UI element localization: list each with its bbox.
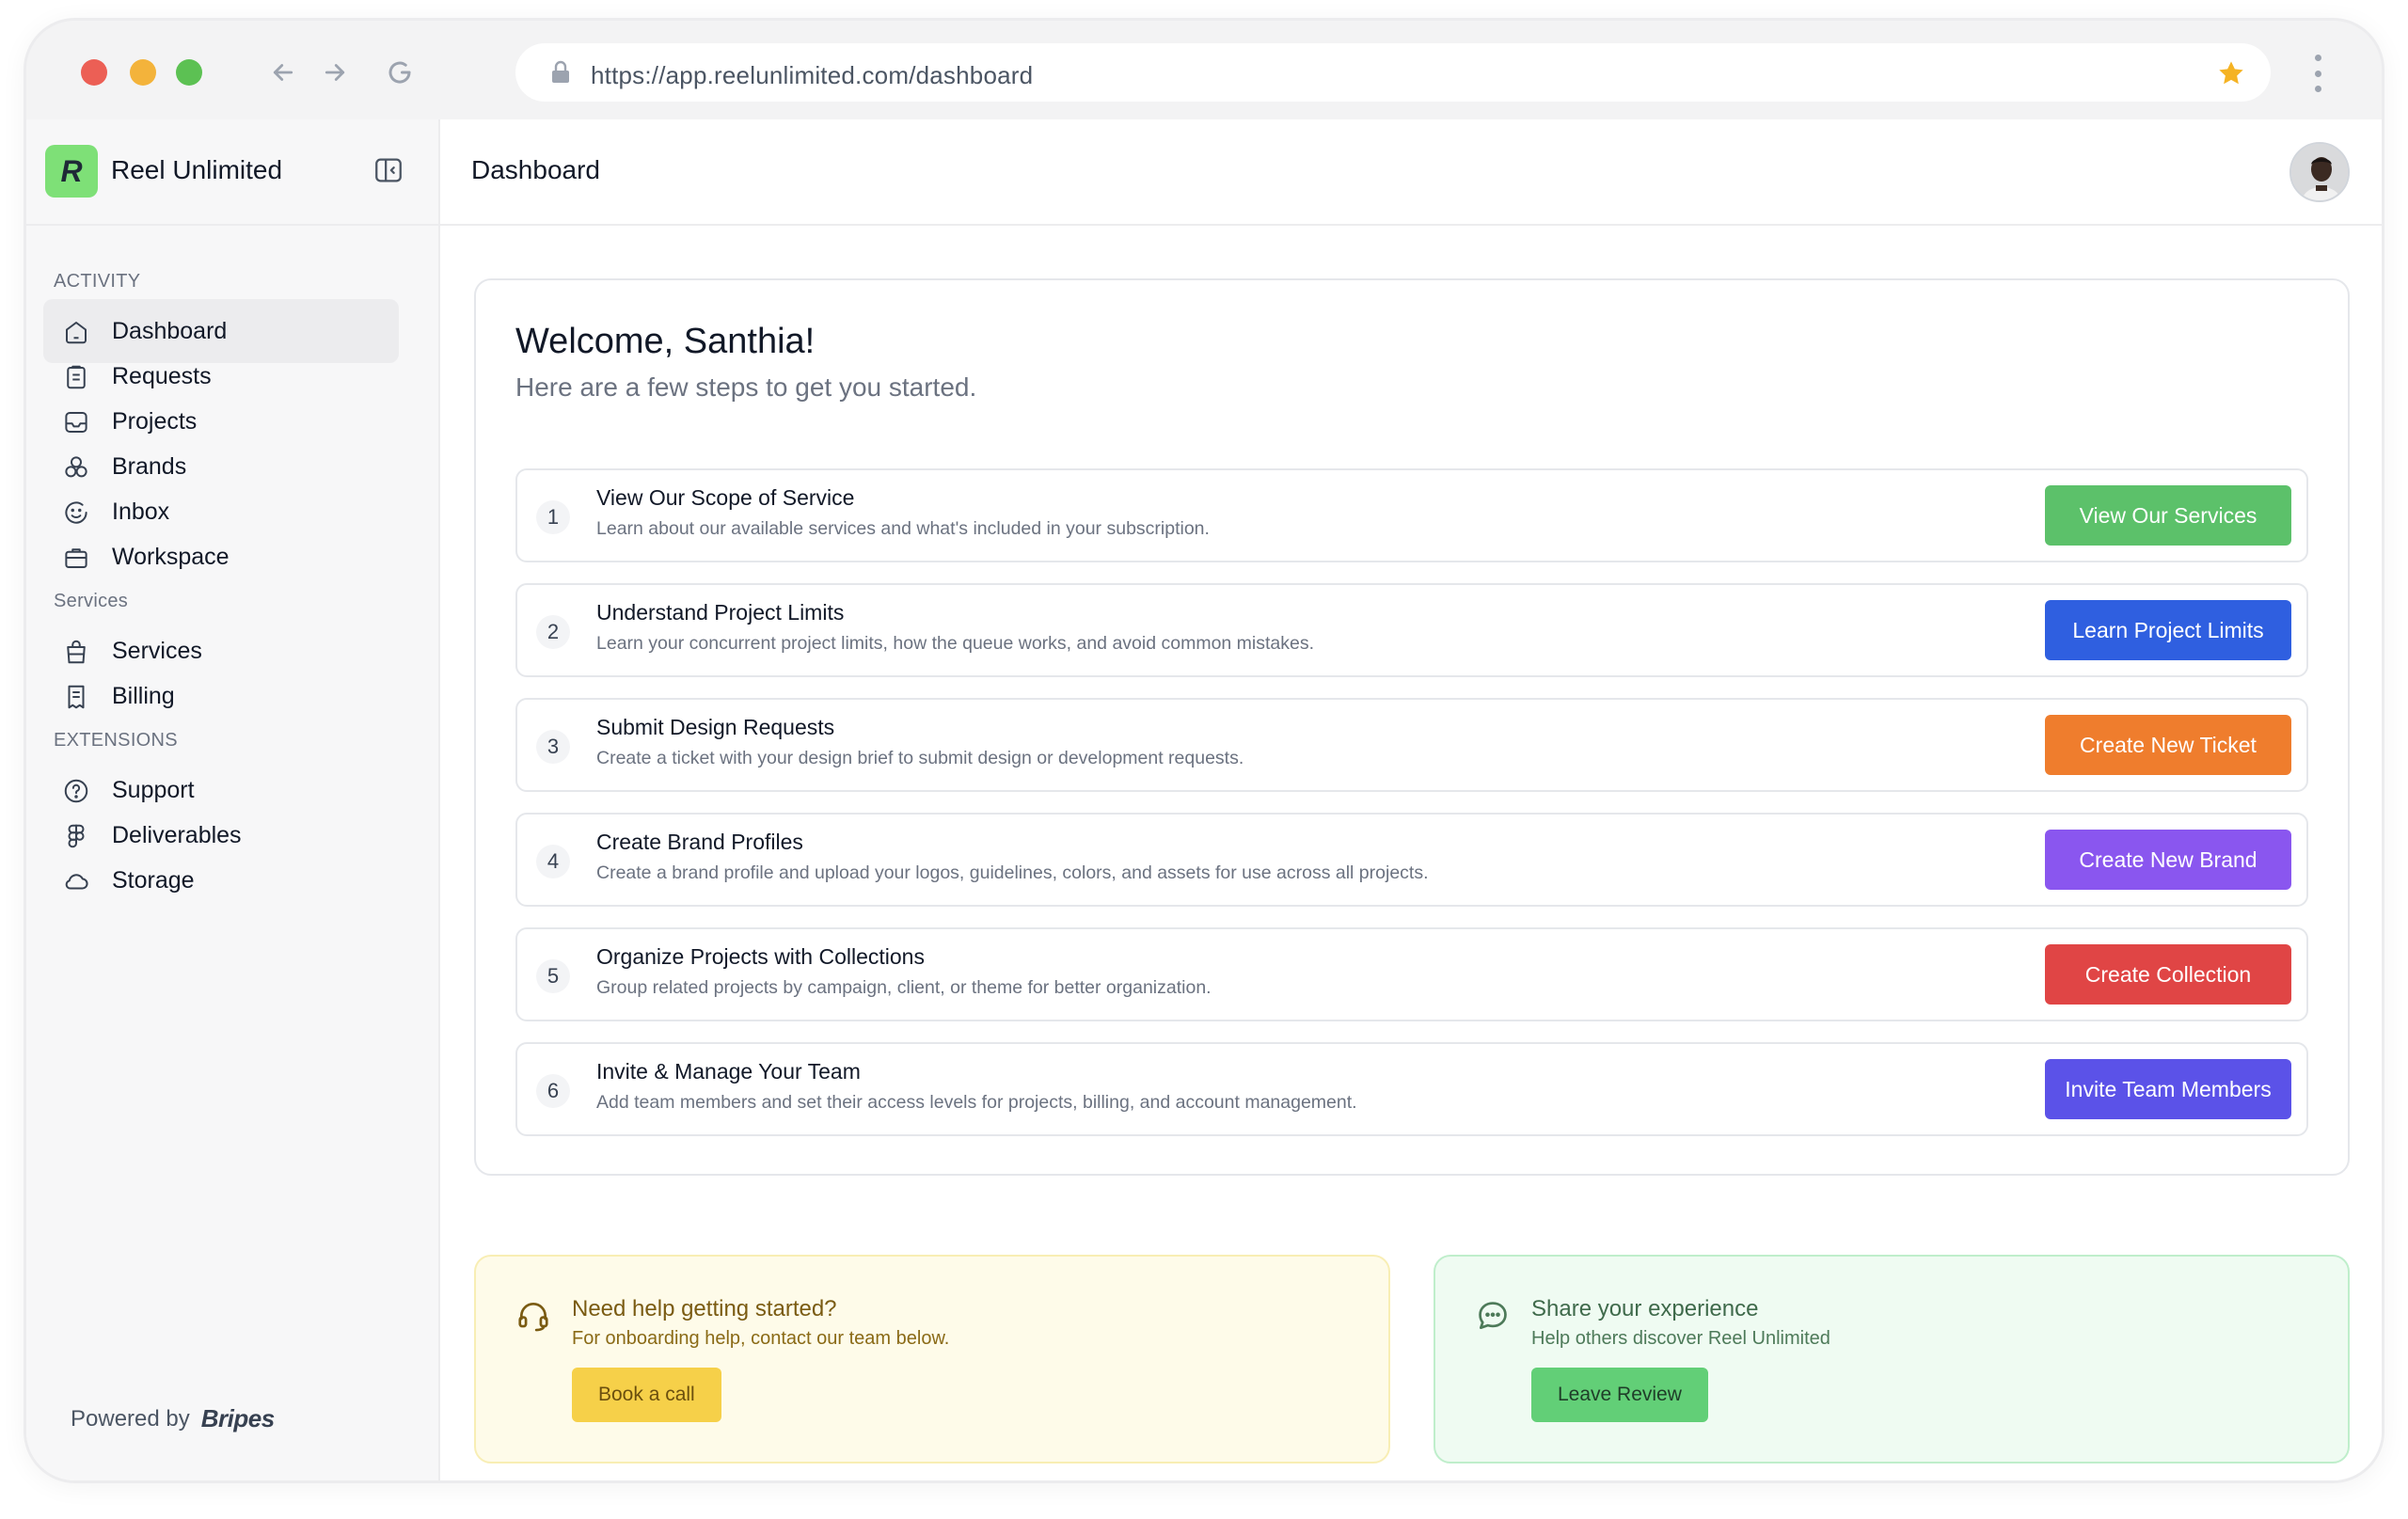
book-a-call-button[interactable]: Book a call xyxy=(572,1368,721,1422)
sidebar-item-workspace[interactable]: Workspace xyxy=(43,525,399,589)
step-title: Invite & Manage Your Team xyxy=(596,1059,861,1084)
sidebar-item-billing[interactable]: Billing xyxy=(43,664,399,728)
powered-by-label: Powered by xyxy=(71,1405,190,1432)
brand-name: Reel Unlimited xyxy=(111,155,283,184)
step-number: 5 xyxy=(536,959,570,993)
clipboard-icon xyxy=(62,363,90,391)
figma-icon xyxy=(62,822,90,850)
welcome-title: Welcome, Santhia! xyxy=(515,322,816,361)
review-card: Share your experience Help others discov… xyxy=(1434,1255,2350,1464)
chat-bubble-icon xyxy=(1475,1298,1511,1334)
create-collection-button[interactable]: Create Collection xyxy=(2045,944,2291,1005)
learn-project-limits-button[interactable]: Learn Project Limits xyxy=(2045,600,2291,660)
welcome-subtitle: Here are a few steps to get you started. xyxy=(515,372,977,402)
receipt-icon xyxy=(62,683,90,711)
sidebar-item-label: Support xyxy=(112,777,195,803)
step-description: Learn your concurrent project limits, ho… xyxy=(596,633,1315,654)
bripes-logo: Bripes xyxy=(200,1404,275,1432)
help-subtitle: For onboarding help, contact our team be… xyxy=(572,1328,950,1349)
view-our-services-button[interactable]: View Our Services xyxy=(2045,485,2291,546)
section-label-services: Services xyxy=(54,591,129,611)
app-shell: R Reel Unlimited ACTIVITY Dashboard Requ… xyxy=(26,119,2382,1480)
powered-by[interactable]: Powered by Bripes xyxy=(71,1404,275,1433)
onboarding-step: 6 Invite & Manage Your Team Add team mem… xyxy=(515,1042,2308,1136)
leave-review-button[interactable]: Leave Review xyxy=(1531,1368,1708,1422)
section-label-extensions: EXTENSIONS xyxy=(54,730,178,751)
home-icon xyxy=(62,318,90,346)
browser-menu-icon[interactable] xyxy=(2308,55,2327,92)
page-title: Dashboard xyxy=(471,155,600,184)
step-title: Submit Design Requests xyxy=(596,715,835,739)
help-title: Need help getting started? xyxy=(572,1296,837,1321)
sidebar-item-label: Requests xyxy=(112,363,212,389)
back-arrow-icon[interactable] xyxy=(267,56,299,88)
onboarding-step: 3 Submit Design Requests Create a ticket… xyxy=(515,698,2308,792)
step-number: 2 xyxy=(536,615,570,649)
bookmark-star-icon[interactable] xyxy=(2216,58,2246,93)
address-bar[interactable]: https://app.reelunlimited.com/dashboard xyxy=(515,43,2271,102)
sidebar: R Reel Unlimited ACTIVITY Dashboard Requ… xyxy=(26,119,440,1480)
step-description: Create a ticket with your design brief t… xyxy=(596,748,1244,768)
user-avatar[interactable] xyxy=(2289,142,2350,202)
step-description: Create a brand profile and upload your l… xyxy=(596,862,1429,883)
brand-header: R Reel Unlimited xyxy=(26,119,438,226)
sidebar-item-label: Services xyxy=(112,638,202,664)
help-card: Need help getting started? For onboardin… xyxy=(474,1255,1390,1464)
shapes-icon xyxy=(62,453,90,482)
browser-window: https://app.reelunlimited.com/dashboard … xyxy=(26,21,2382,1480)
forward-arrow-icon[interactable] xyxy=(319,56,351,88)
onboarding-step: 5 Organize Projects with Collections Gro… xyxy=(515,927,2308,1021)
sidebar-item-label: Brands xyxy=(112,453,187,480)
inbox-tray-icon xyxy=(62,408,90,436)
browser-toolbar: https://app.reelunlimited.com/dashboard xyxy=(26,21,2382,119)
url-text[interactable]: https://app.reelunlimited.com/dashboard xyxy=(591,61,1033,90)
step-title: Organize Projects with Collections xyxy=(596,944,925,969)
sidebar-item-label: Projects xyxy=(112,408,198,435)
shopping-bag-icon xyxy=(62,638,90,666)
top-bar: Dashboard xyxy=(440,119,2382,226)
chat-smile-icon xyxy=(62,498,90,527)
sidebar-item-label: Billing xyxy=(112,683,175,709)
headset-icon xyxy=(515,1298,551,1334)
step-description: Learn about our available services and w… xyxy=(596,518,1210,539)
onboarding-step: 4 Create Brand Profiles Create a brand p… xyxy=(515,813,2308,907)
help-circle-icon xyxy=(62,777,90,805)
sidebar-item-label: Deliverables xyxy=(112,822,242,848)
window-maximize-button[interactable] xyxy=(176,59,202,86)
step-number: 4 xyxy=(536,845,570,878)
step-title: Understand Project Limits xyxy=(596,600,845,625)
sidebar-item-label: Inbox xyxy=(112,498,170,525)
create-new-ticket-button[interactable]: Create New Ticket xyxy=(2045,715,2291,775)
step-number: 1 xyxy=(536,500,570,534)
step-title: Create Brand Profiles xyxy=(596,830,803,854)
step-number: 6 xyxy=(536,1074,570,1108)
create-new-brand-button[interactable]: Create New Brand xyxy=(2045,830,2291,890)
sidebar-collapse-icon[interactable] xyxy=(372,154,404,186)
onboarding-step: 1 View Our Scope of Service Learn about … xyxy=(515,468,2308,562)
onboarding-step: 2 Understand Project Limits Learn your c… xyxy=(515,583,2308,677)
invite-team-members-button[interactable]: Invite Team Members xyxy=(2045,1059,2291,1119)
step-description: Add team members and set their access le… xyxy=(596,1092,1357,1113)
sidebar-item-storage[interactable]: Storage xyxy=(43,848,399,912)
cloud-icon xyxy=(62,867,90,895)
window-close-button[interactable] xyxy=(81,59,107,86)
sidebar-item-label: Workspace xyxy=(112,544,230,570)
review-title: Share your experience xyxy=(1531,1296,1759,1321)
step-title: View Our Scope of Service xyxy=(596,485,855,510)
step-description: Group related projects by campaign, clie… xyxy=(596,977,1212,998)
lock-icon xyxy=(549,60,572,89)
step-number: 3 xyxy=(536,730,570,764)
brand-logo[interactable]: R xyxy=(45,145,98,198)
main-content: Welcome, Santhia! Here are a few steps t… xyxy=(440,226,2382,1480)
welcome-card: Welcome, Santhia! Here are a few steps t… xyxy=(474,278,2350,1176)
sidebar-item-label: Storage xyxy=(112,867,195,894)
review-subtitle: Help others discover Reel Unlimited xyxy=(1531,1328,1830,1349)
sidebar-item-label: Dashboard xyxy=(112,318,228,344)
section-label-activity: ACTIVITY xyxy=(54,271,141,292)
window-minimize-button[interactable] xyxy=(130,59,156,86)
briefcase-icon xyxy=(62,544,90,572)
reload-icon[interactable] xyxy=(384,56,416,88)
